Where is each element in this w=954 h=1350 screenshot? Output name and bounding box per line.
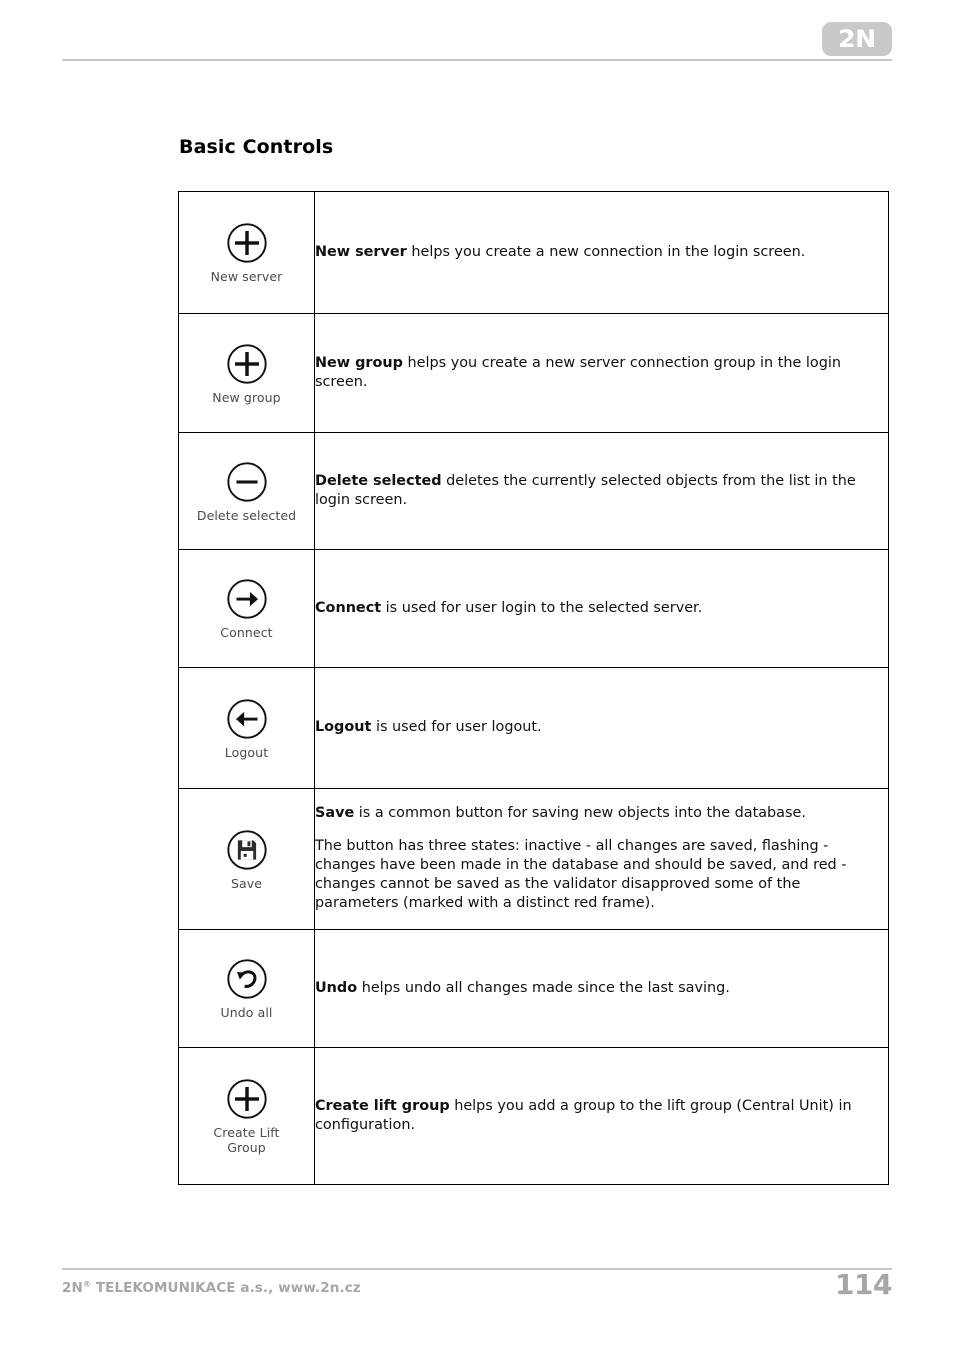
minus-circle-icon — [226, 461, 267, 502]
desc-cell-create-lift-group: Create lift group helps you add a group … — [314, 1047, 889, 1185]
arrow-right-circle-icon — [226, 579, 267, 619]
plus-circle-icon — [226, 1079, 267, 1119]
plus-circle-icon — [226, 343, 267, 384]
header-divider — [62, 59, 892, 61]
desc-cell-undo-all: Undo helps undo all changes made since t… — [314, 929, 889, 1048]
icon-cell-save: Save — [178, 788, 315, 930]
icon-label: Connect — [220, 625, 273, 641]
term-label: New server — [315, 243, 407, 260]
term-label: Connect — [315, 599, 382, 616]
term-description: helps undo all changes made since the la… — [357, 979, 730, 996]
icon-label: Delete selected — [196, 507, 297, 523]
desc-cell-new-group: New group helps you create a new server … — [314, 313, 889, 433]
term-label: Delete selected — [315, 472, 442, 489]
term-label: Create lift group — [315, 1097, 450, 1114]
brand-logo: 2N — [822, 22, 892, 56]
page-title: Basic Controls — [179, 136, 334, 158]
floppy-disk-circle-icon — [226, 829, 267, 870]
footer-divider — [62, 1268, 892, 1270]
brand-logo-text: 2N — [838, 25, 876, 53]
table-row: New server New server helps you create a… — [178, 191, 889, 314]
term-description: is used for user logout. — [371, 719, 542, 736]
term-label: Save — [315, 805, 355, 822]
term-description: helps you create a new connection in the… — [406, 243, 806, 260]
table-row: Connect Connect is used for user login t… — [178, 549, 889, 668]
icon-cell-new-server: New server — [178, 191, 315, 314]
table-row: Create Lift Group Create lift group help… — [178, 1047, 889, 1185]
term-label: Logout — [315, 719, 372, 736]
table-row: Save Save is a common button for saving … — [178, 788, 889, 930]
registered-mark-icon: ® — [82, 1279, 92, 1289]
icon-label: Undo all — [220, 1005, 273, 1021]
arrow-left-circle-icon — [226, 698, 267, 739]
icon-cell-logout: Logout — [178, 667, 315, 789]
page-number: 114 — [835, 1268, 892, 1301]
icon-cell-new-group: New group — [178, 313, 315, 433]
footer-company-rest: TELEKOMUNIKACE a.s., www.2n.cz — [91, 1280, 361, 1296]
undo-arrow-circle-icon — [226, 959, 267, 999]
plus-circle-icon — [226, 223, 267, 263]
term-label: Undo — [315, 979, 358, 996]
desc-cell-logout: Logout is used for user logout. — [314, 667, 889, 789]
desc-cell-save: Save is a common button for saving new o… — [314, 788, 889, 930]
icon-label-line1: Create Lift — [213, 1125, 280, 1141]
footer-company-prefix: 2N — [62, 1280, 83, 1296]
desc-cell-connect: Connect is used for user login to the se… — [314, 549, 889, 668]
table-row: New group New group helps you create a n… — [178, 313, 889, 433]
footer-company: 2N® TELEKOMUNIKACE a.s., www.2n.cz — [62, 1280, 361, 1296]
desc-cell-new-server: New server helps you create a new connec… — [314, 191, 889, 314]
basic-controls-table: New server New server helps you create a… — [178, 191, 889, 1185]
term-label: New group — [315, 354, 403, 371]
icon-cell-create-lift-group: Create Lift Group — [178, 1047, 315, 1185]
icon-label: Logout — [224, 744, 269, 760]
icon-cell-delete-selected: Delete selected — [178, 432, 315, 550]
table-row: Delete selected Delete selected deletes … — [178, 432, 889, 550]
icon-cell-connect: Connect — [178, 549, 315, 668]
term-description: is a common button for saving new object… — [354, 805, 806, 822]
icon-label: New server — [210, 269, 283, 285]
table-row: Undo all Undo helps undo all changes mad… — [178, 929, 889, 1048]
table-row: Logout Logout is used for user logout. — [178, 667, 889, 789]
icon-label: New group — [212, 389, 281, 405]
icon-label: Create Lift Group — [213, 1125, 280, 1156]
term-description: is used for user login to the selected s… — [381, 599, 703, 616]
page-header: 2N — [0, 0, 954, 80]
desc-cell-delete-selected: Delete selected deletes the currently se… — [314, 432, 889, 550]
icon-label-line2: Group — [227, 1140, 266, 1155]
icon-cell-undo-all: Undo all — [178, 929, 315, 1048]
term-extra-paragraph: The button has three states: inactive - … — [315, 837, 847, 912]
icon-label: Save — [230, 875, 263, 891]
